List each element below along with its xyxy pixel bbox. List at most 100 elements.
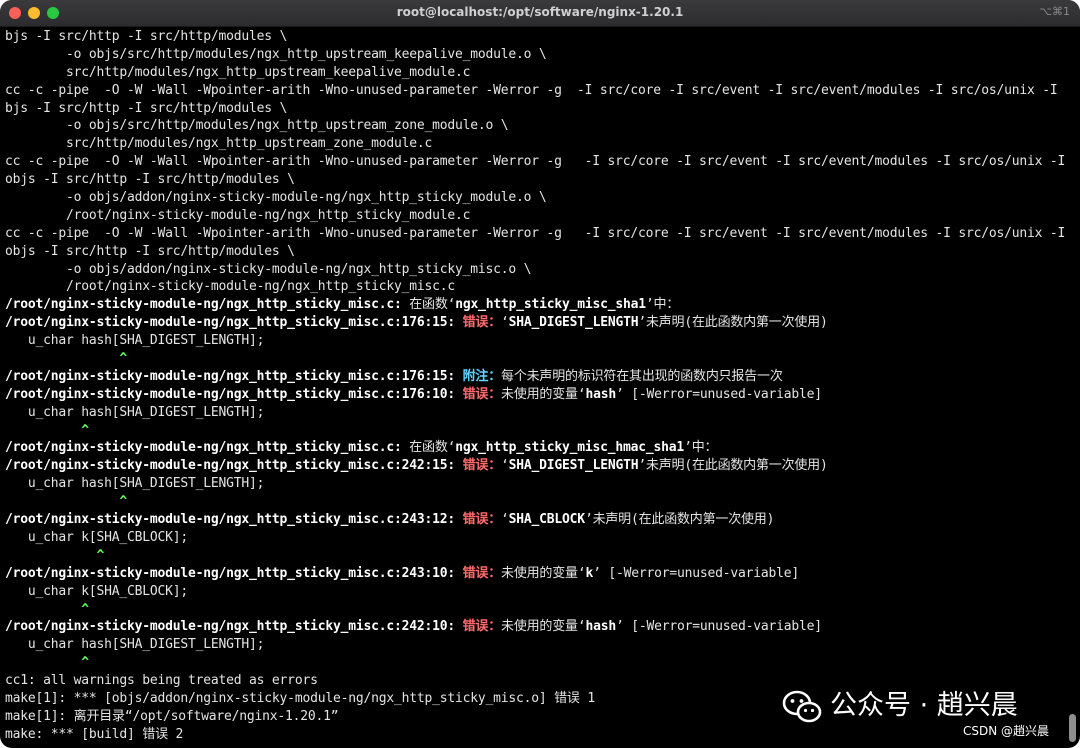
terminal-line: u_char hash[SHA_DIGEST_LENGTH]; (5, 332, 1065, 350)
terminal-line: -o objs/addon/nginx-sticky-module-ng/ngx… (5, 189, 1065, 207)
terminal-text: bjs -I src/http -I src/http/modules \ (5, 100, 288, 116)
window-title: root@localhost:/opt/software/nginx-1.20.… (396, 5, 684, 19)
terminal-text: hash (585, 386, 616, 402)
terminal-line: u_char hash[SHA_DIGEST_LENGTH]; (5, 636, 1065, 654)
terminal-line: u_char hash[SHA_DIGEST_LENGTH]; (5, 475, 1065, 493)
terminal-text: 在函数‘ (401, 440, 456, 456)
terminal-text: ’中： (684, 440, 718, 456)
terminal-text: ‘ (501, 512, 509, 528)
wechat-icon (782, 690, 822, 722)
caret-marker: ^ (5, 351, 128, 367)
terminal-text: ’未声明(在此函数内第一次使用) (638, 458, 828, 474)
terminal-line: ^ (5, 654, 1065, 672)
terminal-text: src/http/modules/ngx_http_upstream_keepa… (5, 64, 471, 80)
terminal-text: ’中： (645, 297, 680, 313)
terminal-window: root@localhost:/opt/software/nginx-1.20.… (0, 0, 1080, 748)
terminal-text: u_char hash[SHA_DIGEST_LENGTH]; (5, 333, 265, 349)
terminal-text: make[1]: 离开目录“/opt/software/nginx-1.20.1… (5, 708, 339, 724)
terminal-text: 每个未声明的标识符在其出现的函数内只报告一次 (501, 368, 783, 384)
terminal-text: -o objs/addon/nginx-sticky-module-ng/ngx… (5, 261, 532, 277)
terminal-text: /root/nginx-sticky-module-ng/ngx_http_st… (5, 619, 455, 635)
error-label: 错误： (462, 315, 502, 331)
terminal-line: /root/nginx-sticky-module-ng/ngx_http_st… (5, 368, 1065, 386)
terminal-text: make[1]: *** [objs/addon/nginx-sticky-mo… (5, 690, 595, 706)
watermark-text: 公众号 · 趙兴晨 (830, 690, 1018, 721)
terminal-line: ^ (5, 350, 1065, 368)
terminal-text: ’未声明(在此函数内第一次使用) (638, 315, 828, 331)
terminal-text: /root/nginx-sticky-module-ng/ngx_http_st… (5, 565, 455, 581)
terminal-text: /root/nginx-sticky-module-ng/ngx_http_st… (5, 386, 455, 402)
terminal-line: /root/nginx-sticky-module-ng/ngx_http_st… (5, 207, 1065, 225)
terminal-text: /root/nginx-sticky-module-ng/ngx_http_st… (5, 315, 455, 331)
terminal-text: ’ [-Werror=unused-variable] (615, 619, 822, 635)
caret-marker: ^ (5, 422, 89, 438)
terminal-text: hash (585, 619, 616, 635)
terminal-line: bjs -I src/http -I src/http/modules \ (5, 100, 1065, 118)
terminal-text: /root/nginx-sticky-module-ng/ngx_http_st… (5, 207, 471, 223)
terminal-text: cc1: all warnings being treated as error… (5, 673, 318, 689)
terminal-text: u_char hash[SHA_DIGEST_LENGTH]; (5, 637, 265, 653)
terminal-line: objs -I src/http -I src/http/modules \ (5, 243, 1065, 261)
terminal-text: cc -c -pipe -O -W -Wall -Wpointer-arith … (5, 154, 1065, 170)
terminal-line: /root/nginx-sticky-module-ng/ngx_http_st… (5, 565, 1065, 583)
terminal-line: /root/nginx-sticky-module-ng/ngx_http_st… (5, 618, 1065, 636)
terminal-line: src/http/modules/ngx_http_upstream_zone_… (5, 135, 1065, 153)
terminal-text: u_char hash[SHA_DIGEST_LENGTH]; (5, 476, 265, 492)
terminal-text: /root/nginx-sticky-module-ng/ngx_http_st… (5, 458, 455, 474)
title-bar[interactable]: root@localhost:/opt/software/nginx-1.20.… (0, 0, 1080, 27)
terminal-line: -o objs/src/http/modules/ngx_http_upstre… (5, 117, 1065, 135)
terminal-text: src/http/modules/ngx_http_upstream_zone_… (5, 136, 433, 152)
terminal-text: ’ [-Werror=unused-variable] (593, 565, 800, 581)
caret-marker: ^ (5, 601, 89, 617)
terminal-line: /root/nginx-sticky-module-ng/ngx_http_st… (5, 511, 1065, 529)
terminal-text: ’未声明(在此函数内第一次使用) (584, 512, 775, 528)
terminal-line: objs -I src/http -I src/http/modules \ (5, 171, 1065, 189)
terminal-text: u_char k[SHA_CBLOCK]; (5, 583, 189, 599)
note-label: 附注： (462, 368, 502, 384)
terminal-text: /root/nginx-sticky-module-ng/ngx_http_st… (5, 279, 455, 295)
terminal-text: 未使用的变量‘ (501, 565, 586, 581)
terminal-line: /root/nginx-sticky-module-ng/ngx_http_st… (5, 457, 1065, 475)
caret-marker: ^ (5, 655, 89, 671)
window-shortcut-label: ⌥⌘1 (1039, 5, 1070, 18)
terminal-output[interactable]: bjs -I src/http -I src/http/modules \ -o… (5, 28, 1065, 746)
terminal-line: ^ (5, 422, 1065, 440)
terminal-text: k (585, 565, 594, 581)
terminal-text: bjs -I src/http -I src/http/modules \ (5, 29, 288, 44)
terminal-text: 未使用的变量‘ (501, 386, 586, 402)
terminal-line: u_char k[SHA_CBLOCK]; (5, 529, 1065, 547)
terminal-text: -o objs/src/http/modules/ngx_http_upstre… (5, 118, 509, 134)
terminal-line: src/http/modules/ngx_http_upstream_keepa… (5, 64, 1065, 82)
terminal-text: ’ [-Werror=unused-variable] (615, 386, 822, 402)
terminal-text: objs -I src/http -I src/http/modules \ (5, 172, 295, 188)
error-label: 错误： (462, 512, 502, 528)
terminal-line: -o objs/src/http/modules/ngx_http_upstre… (5, 46, 1065, 64)
terminal-line: /root/nginx-sticky-module-ng/ngx_http_st… (5, 314, 1065, 332)
terminal-text: /root/nginx-sticky-module-ng/ngx_http_st… (5, 512, 455, 528)
error-label: 错误： (462, 565, 502, 581)
terminal-line: /root/nginx-sticky-module-ng/ngx_http_st… (5, 278, 1065, 296)
terminal-text: -o objs/addon/nginx-sticky-module-ng/ngx… (5, 190, 547, 206)
terminal-line: ^ (5, 493, 1065, 511)
terminal-text: cc -c -pipe -O -W -Wall -Wpointer-arith … (5, 225, 1065, 241)
error-label: 错误： (462, 619, 502, 635)
terminal-text: SHA_DIGEST_LENGTH (508, 458, 639, 474)
terminal-line: /root/nginx-sticky-module-ng/ngx_http_st… (5, 386, 1065, 404)
terminal-text: 在函数‘ (401, 297, 456, 313)
watermark: 公众号 · 趙兴晨 (782, 686, 1062, 726)
terminal-text: ‘ (501, 315, 509, 331)
terminal-text: ‘ (501, 458, 509, 474)
terminal-line: u_char hash[SHA_DIGEST_LENGTH]; (5, 404, 1065, 422)
terminal-line: bjs -I src/http -I src/http/modules \ (5, 28, 1065, 46)
terminal-line: /root/nginx-sticky-module-ng/ngx_http_st… (5, 439, 1065, 457)
scrollbar-thumb[interactable] (1069, 714, 1076, 742)
terminal-text: /root/nginx-sticky-module-ng/ngx_http_st… (5, 297, 402, 313)
error-label: 错误： (462, 458, 502, 474)
terminal-text: 未使用的变量‘ (501, 619, 586, 635)
terminal-text: SHA_DIGEST_LENGTH (508, 315, 639, 331)
